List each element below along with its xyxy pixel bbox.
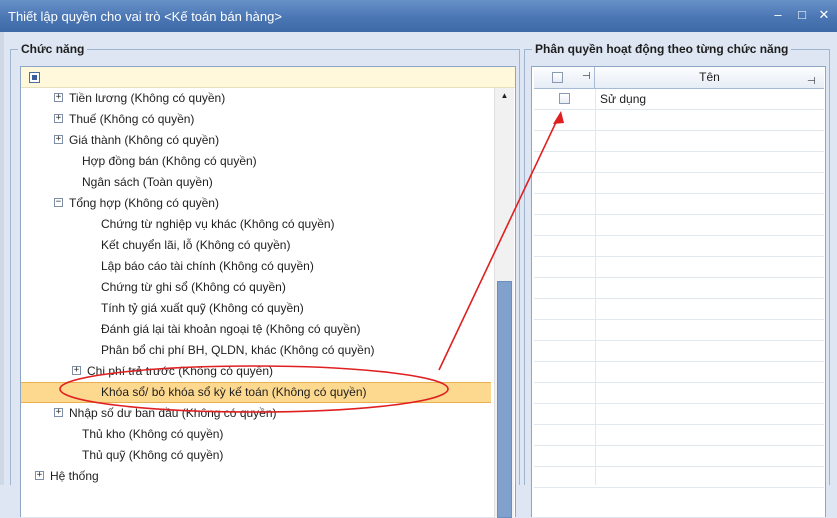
title-bar: Thiết lập quyền cho vai trò <Kế toán bán…: [0, 0, 837, 32]
annotation-ellipse: [59, 365, 449, 413]
close-button[interactable]: ✕: [815, 7, 833, 23]
dialog-body: Chức năng Phân quyền hoạt động theo từng…: [4, 32, 837, 518]
annotation-arrow-line: [438, 117, 559, 371]
maximize-button[interactable]: □: [793, 7, 811, 23]
window-title: Thiết lập quyền cho vai trò <Kế toán bán…: [8, 9, 282, 24]
annotation-arrow-head: [553, 111, 564, 124]
minimize-button[interactable]: –: [769, 7, 787, 23]
annotation-layer: [59, 111, 564, 413]
